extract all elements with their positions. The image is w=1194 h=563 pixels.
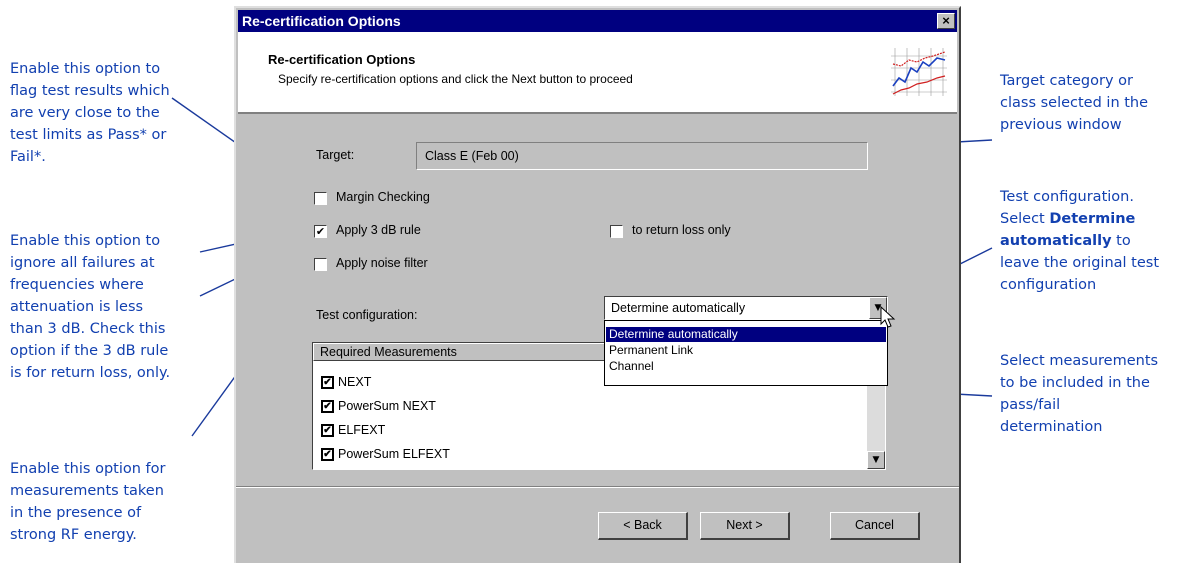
measurement-item[interactable]: ✔ PowerSum ELFEXT [321, 443, 450, 465]
dropdown-option[interactable]: Channel [606, 359, 886, 374]
measurement-item[interactable]: ✔ NEXT [321, 371, 371, 393]
button-separator [236, 486, 959, 488]
title-bar: Re-certification Options × [238, 10, 957, 32]
annotation-test-configuration: Test configuration. Select Determine aut… [1000, 189, 1160, 293]
close-icon[interactable]: × [937, 13, 955, 29]
check-icon[interactable]: ✔ [321, 448, 334, 462]
dialog-title: Re-certification Options [242, 13, 401, 29]
annotation-margin-checking: Enable this option to flag test results … [10, 61, 170, 165]
next-button[interactable]: Next > [700, 512, 790, 540]
annotation-apply-3db-rule: Enable this option to ignore all failure… [10, 233, 171, 381]
header-subtitle: Specify re-certification options and cli… [278, 72, 633, 86]
return-loss-only-label[interactable]: to return loss only [632, 223, 731, 237]
mouse-cursor-icon [880, 306, 896, 328]
chart-logo-icon [887, 38, 951, 102]
annotation-target: Target category or class selected in the… [1000, 73, 1149, 133]
check-icon[interactable]: ✔ [321, 424, 334, 438]
check-icon[interactable]: ✔ [321, 400, 334, 414]
test-configuration-label: Test configuration: [316, 308, 418, 322]
test-configuration-select[interactable]: Determine automatically ▼ [604, 296, 888, 320]
target-field: Class E (Feb 00) [416, 142, 868, 170]
annotation-noise-filter: Enable this option for measurements take… [10, 461, 166, 543]
dropdown-option[interactable]: Determine automatically [606, 327, 886, 342]
dropdown-option[interactable]: Permanent Link [606, 343, 886, 358]
measurement-item[interactable]: ✔ PowerSum NEXT [321, 395, 436, 417]
wizard-header: Re-certification Options Specify re-cert… [238, 32, 957, 114]
noise-filter-checkbox[interactable] [314, 258, 327, 271]
noise-filter-label[interactable]: Apply noise filter [336, 256, 428, 270]
target-label: Target: [316, 148, 355, 162]
test-configuration-value: Determine automatically [611, 301, 746, 315]
recertification-dialog: Re-certification Options × Re-certificat… [234, 6, 961, 563]
margin-checking-checkbox[interactable] [314, 192, 327, 205]
measurement-item[interactable]: ✔ ELFEXT [321, 419, 385, 441]
chevron-down-icon[interactable]: ▼ [867, 451, 885, 469]
check-icon[interactable]: ✔ [321, 376, 334, 390]
header-title: Re-certification Options [268, 52, 416, 67]
apply-3db-label[interactable]: Apply 3 dB rule [336, 223, 421, 237]
return-loss-only-checkbox[interactable] [610, 225, 623, 238]
test-configuration-dropdown[interactable]: Determine automatically Permanent Link C… [604, 320, 888, 386]
cancel-button[interactable]: Cancel [830, 512, 920, 540]
margin-checking-label[interactable]: Margin Checking [336, 190, 430, 204]
back-button[interactable]: < Back [598, 512, 688, 540]
annotation-required-measurements: Select measurements to be included in th… [1000, 353, 1159, 435]
apply-3db-checkbox[interactable]: ✔ [314, 225, 327, 238]
